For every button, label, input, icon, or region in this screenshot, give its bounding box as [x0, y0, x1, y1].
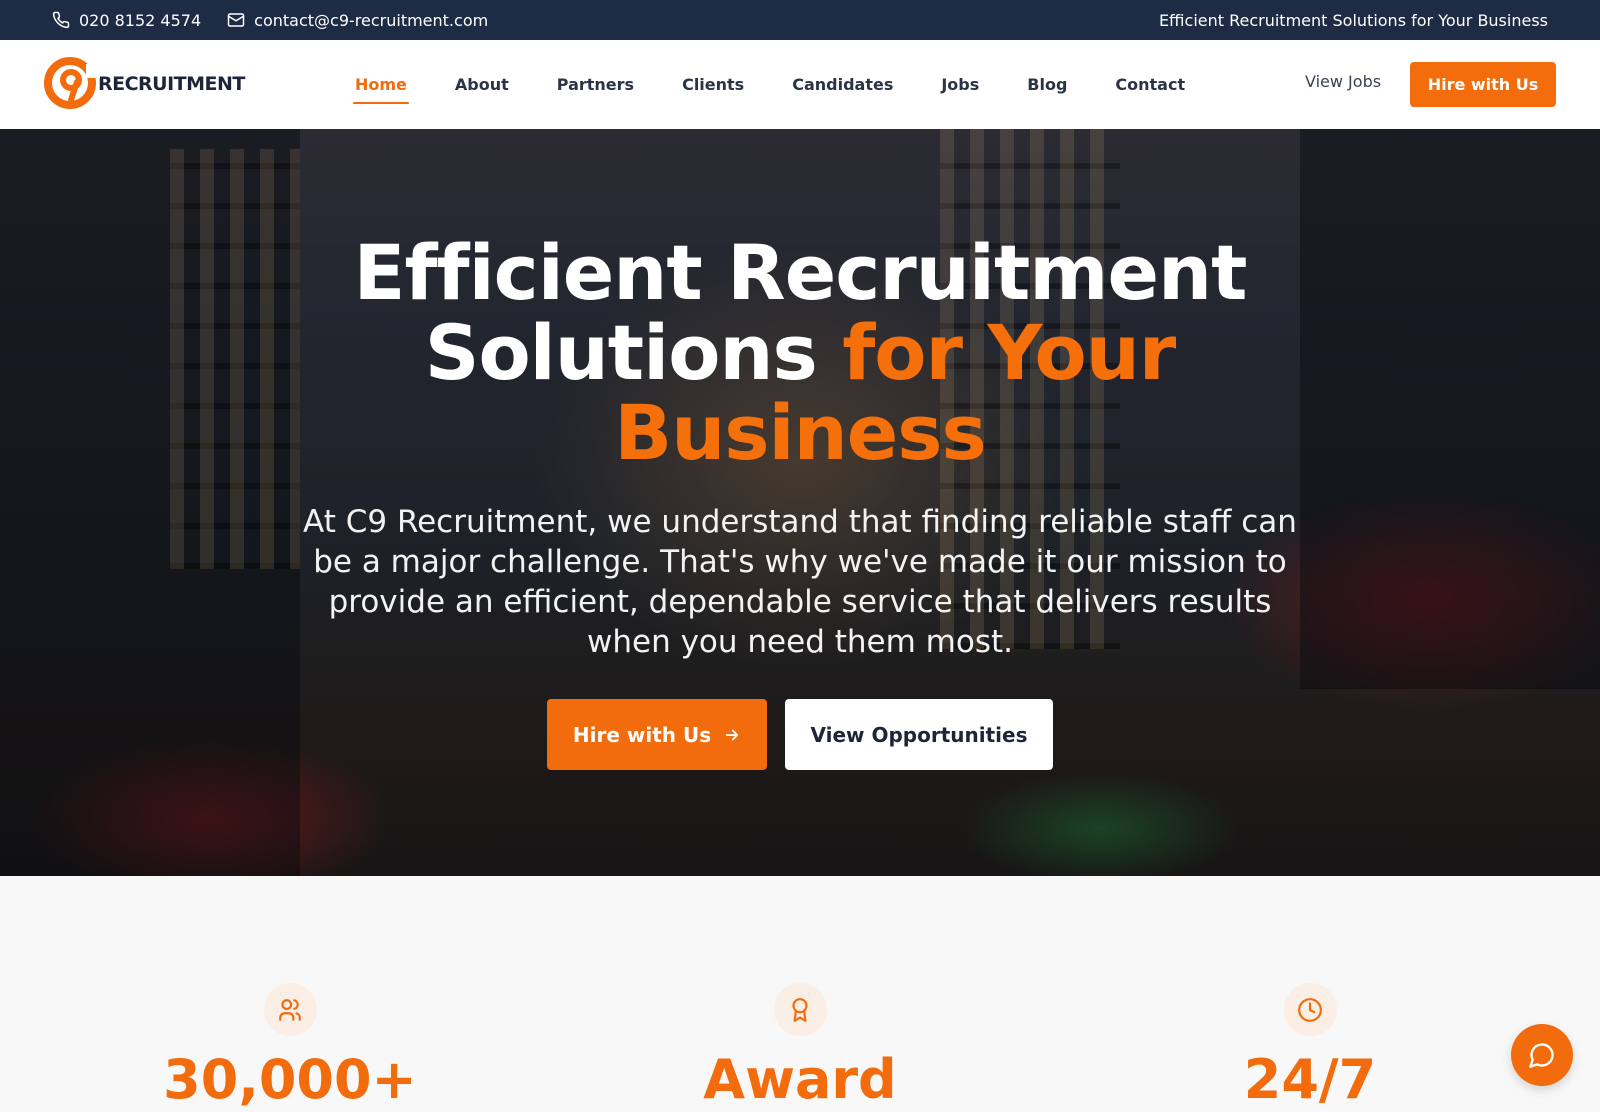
email-contact[interactable]: contact@c9-recruitment.com [227, 11, 488, 30]
hire-with-us-nav-button[interactable]: Hire with Us [1410, 62, 1556, 107]
mail-icon [227, 13, 245, 27]
hero-title-line-2-white: Solutions [424, 308, 843, 397]
nav-menu: Home About Partners Clients Candidates J… [353, 40, 1231, 129]
hire-with-us-label: Hire with Us [572, 722, 712, 747]
main-navigation: RECRUITMENT Home About Partners Clients … [0, 40, 1600, 129]
stat-candidates: 30,000+ [140, 983, 440, 1110]
email-address: contact@c9-recruitment.com [254, 10, 489, 30]
hero-title-line-1: Efficient Recruitment [353, 228, 1248, 317]
nav-item-partners[interactable]: Partners [555, 67, 636, 102]
phone-icon [52, 11, 70, 29]
clock-icon [1283, 983, 1337, 1036]
nav-item-home[interactable]: Home [353, 67, 409, 104]
hire-with-us-button[interactable]: Hire with Us [547, 699, 767, 770]
stat-value: 30,000+ [163, 1048, 417, 1111]
nav-item-about[interactable]: About [453, 67, 511, 102]
stat-award: Award [650, 983, 950, 1110]
nav-item-blog[interactable]: Blog [1025, 67, 1069, 102]
nav-item-contact[interactable]: Contact [1113, 67, 1187, 102]
hero-title-line-2-accent: for Your [842, 308, 1176, 397]
chat-bubble-icon [1529, 1043, 1554, 1068]
phone-number: 020 8152 4574 [79, 10, 202, 30]
stat-value: Award [703, 1048, 897, 1111]
view-jobs-link[interactable]: View Jobs [1305, 72, 1381, 91]
arrow-right-icon [725, 729, 739, 740]
hero-section: Efficient Recruitment Solutions for Your… [0, 129, 1600, 876]
hero-title-line-2: Solutions for Your [0, 313, 1600, 393]
nav-item-candidates[interactable]: Candidates [790, 67, 895, 102]
top-tagline: Efficient Recruitment Solutions for Your… [1158, 10, 1548, 30]
logo-text: RECRUITMENT [98, 73, 245, 95]
nav-item-clients[interactable]: Clients [680, 67, 746, 102]
logo-mark-icon [44, 57, 100, 109]
top-bar: 020 8152 4574 contact@c9-recruitment.com… [0, 0, 1600, 40]
hero-title-line-3: Business [614, 388, 986, 477]
hero-description: At C9 Recruitment, we understand that fi… [303, 504, 1297, 660]
users-icon [263, 983, 317, 1036]
phone-contact[interactable]: 020 8152 4574 [52, 11, 201, 30]
award-icon [773, 983, 827, 1036]
stat-availability: 24/7 [1160, 983, 1460, 1110]
nav-item-jobs[interactable]: Jobs [939, 67, 981, 102]
logo[interactable]: RECRUITMENT [44, 56, 245, 112]
stat-value: 24/7 [1243, 1048, 1377, 1111]
hero-title: Efficient Recruitment Solutions for Your… [0, 233, 1600, 473]
chat-button[interactable] [1511, 1024, 1573, 1086]
view-opportunities-button[interactable]: View Opportunities [785, 699, 1053, 770]
